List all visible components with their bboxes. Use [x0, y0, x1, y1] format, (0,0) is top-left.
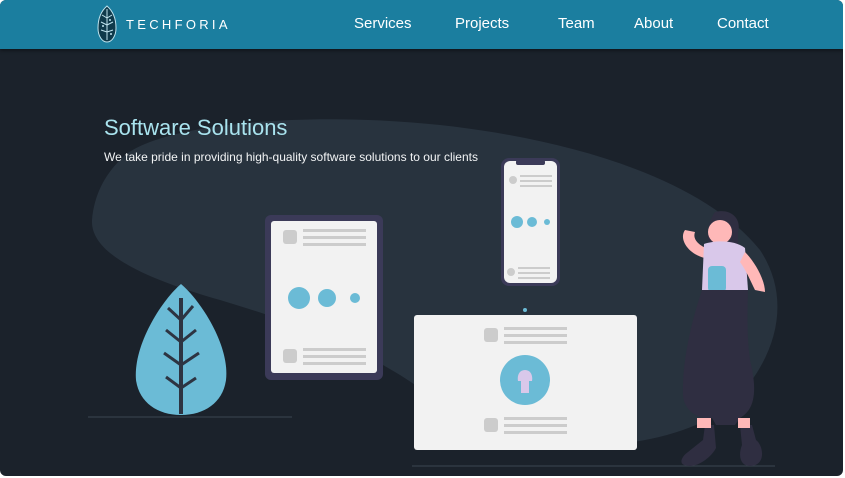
- desktop-card-mockup: [414, 315, 637, 450]
- top-navbar: TECHFORIA Services Projects Team About C…: [0, 0, 843, 49]
- tablet-mockup: [265, 215, 383, 380]
- phone-mockup: [501, 158, 560, 286]
- nav-link-team[interactable]: Team: [558, 15, 595, 32]
- brand-logo[interactable]: TECHFORIA: [96, 4, 231, 44]
- leaf-plant-icon: [135, 284, 227, 415]
- brand-name: TECHFORIA: [126, 16, 231, 32]
- nav-link-services[interactable]: Services: [354, 15, 412, 32]
- nav-link-projects[interactable]: Projects: [455, 15, 509, 32]
- brain-logo-icon: [97, 5, 117, 43]
- hero-subtitle: We take pride in providing high-quality …: [104, 150, 478, 164]
- page: TECHFORIA Services Projects Team About C…: [0, 0, 843, 476]
- nav-link-contact[interactable]: Contact: [717, 15, 769, 32]
- hero-illustration: [88, 119, 778, 467]
- nav-link-about[interactable]: About: [634, 15, 673, 32]
- hero-title: Software Solutions: [104, 115, 288, 140]
- connector-dot: [523, 308, 527, 312]
